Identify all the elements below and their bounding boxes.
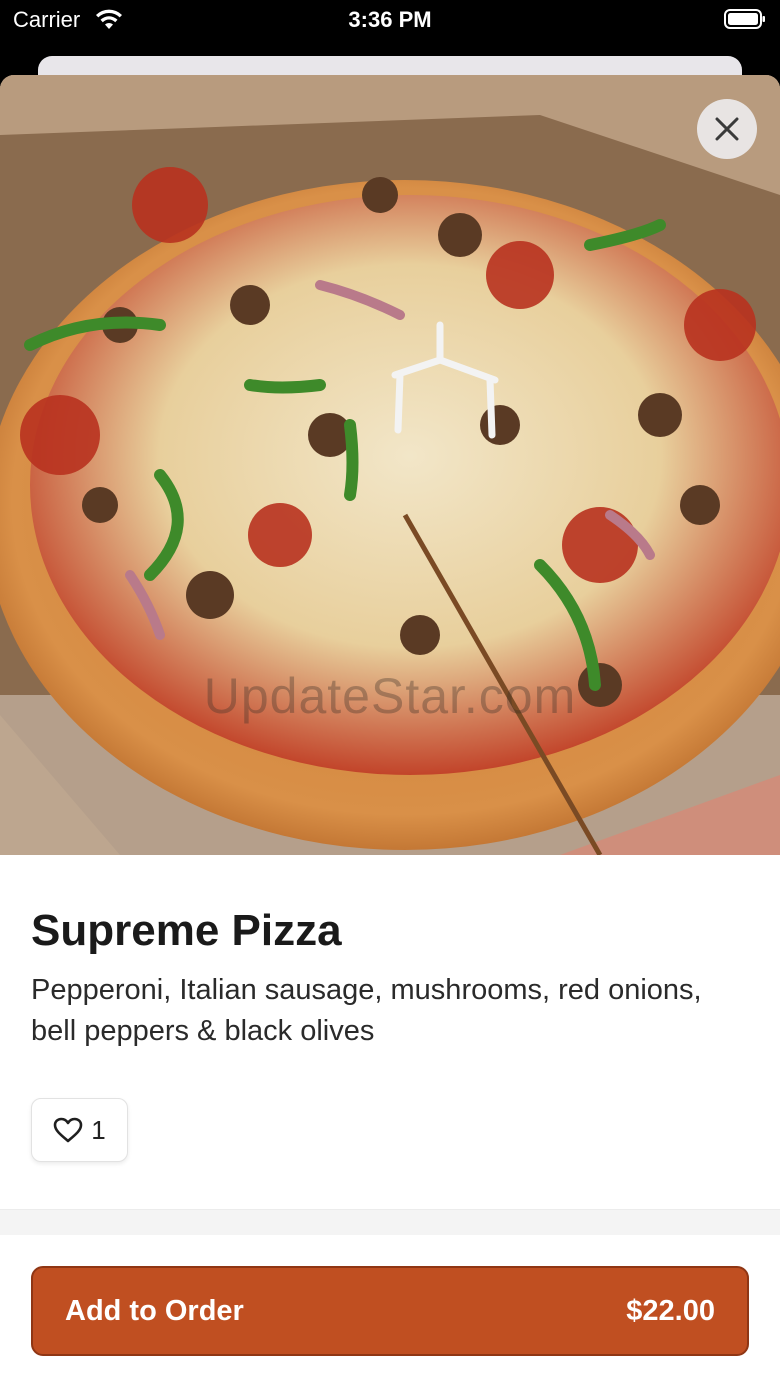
footer: Add to Order $22.00: [0, 1235, 780, 1387]
status-bar: Carrier 3:36 PM: [0, 0, 780, 56]
item-title: Supreme Pizza: [31, 906, 342, 955]
status-time: 3:36 PM: [348, 7, 432, 32]
like-button[interactable]: 1: [31, 1098, 128, 1162]
close-button[interactable]: [697, 99, 757, 159]
watermark-text: UpdateStar.com: [203, 668, 577, 724]
add-to-order-button[interactable]: Add to Order $22.00: [31, 1266, 749, 1356]
close-icon: [715, 117, 739, 141]
item-detail-sheet: UpdateStar.com Supreme Pizza Pepperoni, …: [0, 75, 780, 1387]
battery-icon: [724, 9, 765, 29]
like-count: 1: [91, 1114, 106, 1145]
pizza-photo: [0, 75, 780, 855]
item-description: Pepperoni, Italian sausage, mushrooms, r…: [31, 974, 702, 1047]
section-divider: [0, 1209, 780, 1236]
add-to-order-label: Add to Order: [65, 1294, 244, 1327]
heart-outline-icon: [53, 1117, 83, 1143]
screen: Carrier 3:36 PM UpdateStar.com Supreme P…: [0, 0, 780, 1387]
price-label: $22.00: [626, 1294, 715, 1327]
